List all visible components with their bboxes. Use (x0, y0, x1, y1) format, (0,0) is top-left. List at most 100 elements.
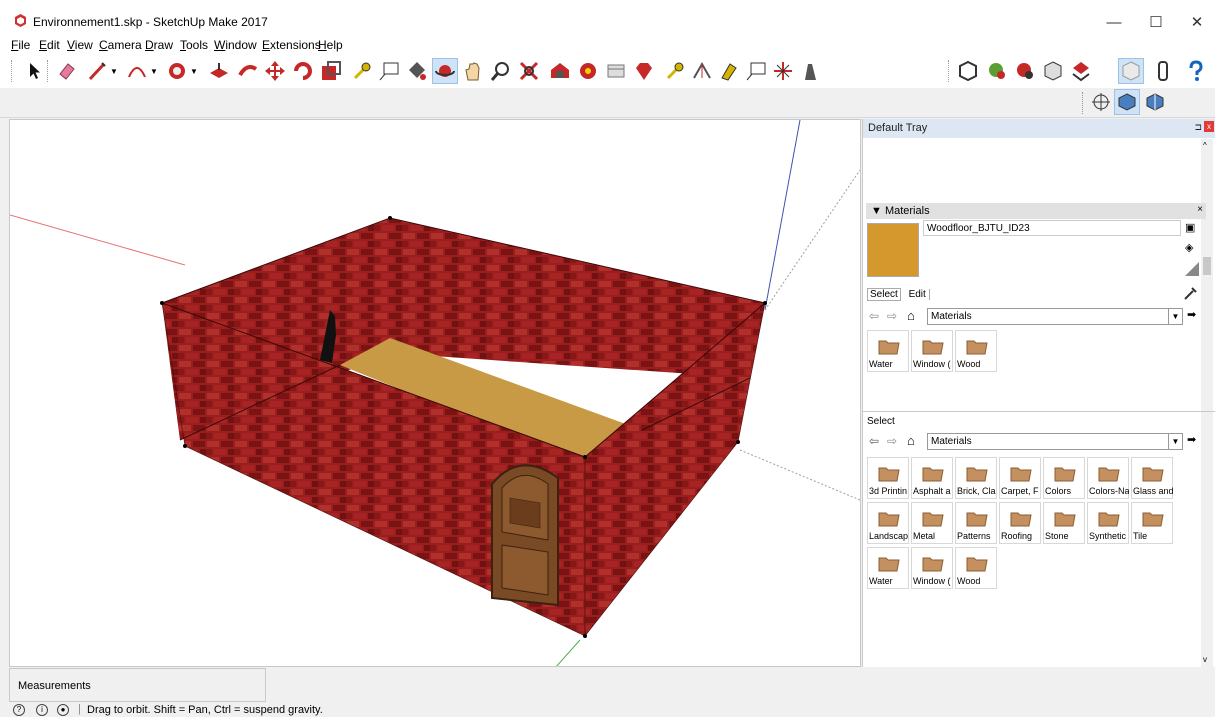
material-folder-cell[interactable]: 3d Printin (867, 457, 909, 499)
tab-edit[interactable]: Edit (905, 289, 930, 300)
material-folder-cell[interactable]: Wood (955, 547, 997, 589)
text-tool-icon[interactable] (376, 58, 402, 84)
material-folder-cell[interactable]: Colors (1043, 457, 1085, 499)
paint-bucket-tool-icon[interactable] (404, 58, 430, 84)
chevron-down-icon[interactable]: ▼ (1168, 434, 1182, 449)
walk-tool-icon[interactable] (797, 58, 823, 84)
panel-close-icon[interactable]: × (1197, 204, 1203, 215)
extension-warehouse-icon[interactable] (603, 58, 629, 84)
add-location-icon[interactable] (984, 58, 1010, 84)
parallel-view-icon[interactable] (1142, 89, 1168, 115)
material-swatch[interactable] (867, 223, 919, 277)
material-folder-cell[interactable]: Brick, Cla (955, 457, 997, 499)
material-folder-cell[interactable]: Carpet, F (999, 457, 1041, 499)
material-folder-cell[interactable]: Tile (1131, 502, 1173, 544)
material-folder-cell[interactable]: Landscap (867, 502, 909, 544)
push-pull-tool-icon[interactable] (206, 58, 232, 84)
forward-icon[interactable]: ⇨ (887, 309, 897, 323)
scale-tool-icon[interactable] (318, 58, 344, 84)
material-folder-cell[interactable]: Colors-Na (1087, 457, 1129, 499)
tray-pin-icon[interactable]: ⊐ (1194, 122, 1202, 133)
details-arrow-icon[interactable]: ➡ (1187, 308, 1196, 321)
zoom-extents-tool-icon[interactable] (516, 58, 542, 84)
perspective-view-icon[interactable] (1114, 89, 1140, 115)
sample-paint-icon[interactable] (1185, 262, 1199, 276)
maximize-button[interactable]: ☐ (1141, 10, 1171, 34)
menu-edit[interactable]: Edit (39, 38, 60, 52)
material-folder-cell[interactable]: Synthetic (1087, 502, 1129, 544)
materials-panel-header[interactable]: ▼ Materials × (866, 203, 1206, 219)
follow-me-tool-icon[interactable] (235, 58, 261, 84)
help-icon[interactable] (1183, 58, 1209, 84)
material-folder-cell[interactable]: Water (867, 330, 909, 372)
zoom-tool-icon[interactable] (488, 58, 514, 84)
library-select-bottom[interactable]: Materials ▼ (927, 433, 1183, 450)
chevron-down-icon[interactable]: ▼ (1168, 309, 1182, 324)
material-folder-cell[interactable]: Stone (1043, 502, 1085, 544)
shaded-view-icon[interactable] (1118, 58, 1144, 84)
default-material-icon[interactable]: ◈ (1185, 241, 1199, 255)
share-model-icon[interactable] (575, 58, 601, 84)
menu-draw[interactable]: Draw (145, 38, 173, 52)
toggle-terrain-icon[interactable] (1012, 58, 1038, 84)
menu-window[interactable]: Window (214, 38, 257, 52)
move-tool-icon[interactable] (262, 58, 288, 84)
material-folder-cell[interactable]: Asphalt a (911, 457, 953, 499)
forward-icon[interactable]: ⇨ (887, 434, 897, 448)
credits-icon[interactable]: i (36, 704, 48, 716)
dimension-tool-icon[interactable] (662, 58, 688, 84)
details-arrow-icon[interactable]: ➡ (1187, 433, 1196, 446)
line-dropdown-chevron-down-icon[interactable]: ▼ (108, 58, 120, 84)
pan-tool-icon[interactable] (460, 58, 486, 84)
home-icon[interactable]: ⌂ (907, 308, 915, 323)
material-folder-cell[interactable]: Wood (955, 330, 997, 372)
back-icon[interactable]: ⇦ (869, 309, 879, 323)
eyedropper-icon[interactable] (1183, 285, 1199, 301)
create-material-icon[interactable]: ▣ (1185, 221, 1199, 235)
rotate-tool-icon[interactable] (290, 58, 316, 84)
arc-tool-icon[interactable] (124, 58, 150, 84)
material-folder-cell[interactable]: Glass and (1131, 457, 1173, 499)
iso-view-icon[interactable] (1088, 89, 1114, 115)
drawing-viewport[interactable] (9, 119, 861, 667)
tray-close-icon[interactable]: x (1204, 121, 1214, 132)
shape-tool-icon[interactable] (164, 58, 190, 84)
instructor-icon[interactable] (1150, 58, 1176, 84)
menu-help[interactable]: Help (318, 38, 343, 52)
measurements-box[interactable]: Measurements (9, 668, 266, 702)
material-folder-cell[interactable]: Window ( (911, 330, 953, 372)
3d-text-tool-icon[interactable] (743, 58, 769, 84)
menu-camera[interactable]: Camera (99, 38, 142, 52)
select-tool-icon[interactable] (22, 58, 48, 84)
material-folder-cell[interactable]: Metal (911, 502, 953, 544)
material-name-field[interactable]: Woodfloor_BJTU_ID23 (923, 220, 1181, 236)
scroll-thumb[interactable] (1203, 257, 1211, 275)
material-folder-cell[interactable]: Window ( (911, 547, 953, 589)
home-icon[interactable]: ⌂ (907, 433, 915, 448)
toolbar-grip[interactable] (11, 60, 14, 82)
scroll-up-icon[interactable]: ^ (1203, 141, 1207, 150)
menu-tools[interactable]: Tools (180, 38, 208, 52)
toolbar-grip[interactable] (948, 60, 951, 82)
library-select-top[interactable]: Materials ▼ (927, 308, 1183, 325)
x-ray-view-icon[interactable] (1040, 58, 1066, 84)
menu-extensions[interactable]: Extensions (262, 38, 321, 52)
menu-view[interactable]: View (67, 38, 93, 52)
tape-measure-tool-icon[interactable] (349, 58, 375, 84)
line-tool-icon[interactable] (84, 58, 110, 84)
shape-dropdown-chevron-down-icon[interactable]: ▼ (188, 58, 200, 84)
ruby-console-icon[interactable] (631, 58, 657, 84)
back-edges-icon[interactable] (1068, 58, 1094, 84)
geo-location-icon[interactable]: ? (13, 704, 25, 716)
close-button[interactable]: ✕ (1182, 10, 1212, 34)
toolbar-grip[interactable] (1082, 92, 1085, 114)
material-folder-cell[interactable]: Patterns (955, 502, 997, 544)
toolbar-grip[interactable] (47, 60, 50, 82)
scroll-down-icon[interactable]: v (1203, 655, 1207, 664)
orbit-tool-icon[interactable] (432, 58, 458, 84)
component-cube-icon[interactable] (955, 58, 981, 84)
protractor-tool-icon[interactable] (689, 58, 715, 84)
back-icon[interactable]: ⇦ (869, 434, 879, 448)
warehouse-icon[interactable] (547, 58, 573, 84)
menu-file[interactable]: File (11, 38, 30, 52)
